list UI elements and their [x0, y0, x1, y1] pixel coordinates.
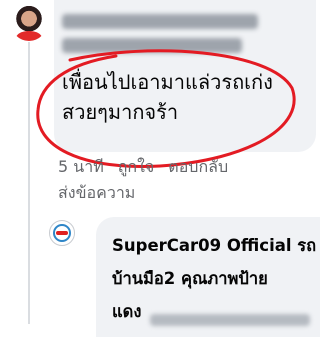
comment-text-line-2: สวยๆมากจร้า — [62, 100, 179, 124]
comment-bubble: เพื่อนไปเอามาแล่วรถเก่ง สวยๆมากจร้า — [54, 0, 316, 152]
car-logo-icon — [56, 231, 68, 235]
reply-author-line-2: บ้านมือ2 คุณภาพป้าย — [112, 269, 268, 288]
blurred-name — [62, 14, 258, 29]
reply-author-line-1: SuperCar09 Official รถ — [112, 236, 317, 255]
avatar-shirt — [16, 31, 42, 41]
commenter-avatar[interactable] — [11, 5, 47, 41]
comment-text: เพื่อนไปเอามาแล่วรถเก่ง สวยๆมากจร้า — [62, 67, 312, 127]
comment-actions: 5 นาที ถูกใจ ตอบกลับ — [58, 155, 228, 180]
blurred-text-line — [62, 38, 242, 53]
blurred-reply-snippet — [150, 314, 310, 326]
like-button[interactable]: ถูกใจ — [118, 155, 155, 180]
thread-line — [28, 42, 30, 324]
comment-text-line-1: เพื่อนไปเอามาแล่วรถเก่ง — [62, 70, 273, 94]
comment-time: 5 นาที — [58, 157, 104, 176]
reply-avatar[interactable] — [49, 220, 75, 246]
reply-button[interactable]: ตอบกลับ — [168, 155, 228, 180]
send-message-button[interactable]: ส่งข้อความ — [58, 181, 135, 206]
